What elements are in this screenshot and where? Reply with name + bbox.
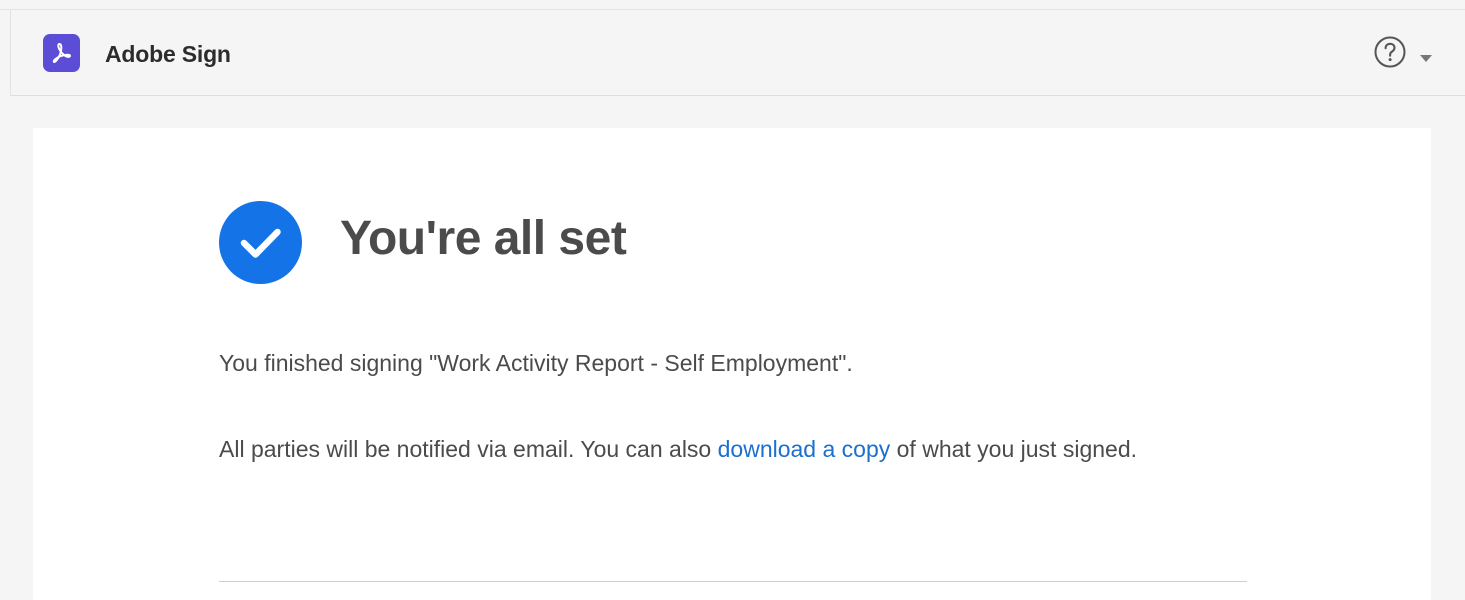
divider bbox=[219, 581, 1247, 582]
app-header: Adobe Sign bbox=[10, 10, 1465, 96]
finished-message: You finished signing "Work Activity Repo… bbox=[219, 350, 853, 376]
help-menu-button[interactable] bbox=[1370, 32, 1440, 72]
checkmark-circle-icon bbox=[219, 201, 302, 284]
adobe-acrobat-icon[interactable] bbox=[43, 34, 80, 72]
notification-text-start: All parties will be notified via email. … bbox=[219, 436, 718, 462]
confirmation-card: You're all set You finished signing "Wor… bbox=[33, 128, 1431, 600]
download-copy-link[interactable]: download a copy bbox=[718, 436, 891, 462]
notification-text-end: of what you just signed. bbox=[890, 436, 1138, 462]
page: Adobe Sign You're all set You finished s… bbox=[0, 0, 1465, 600]
question-circle-icon bbox=[1373, 35, 1407, 74]
app-title: Adobe Sign bbox=[105, 41, 231, 67]
top-edge bbox=[0, 0, 1465, 10]
notification-message: All parties will be notified via email. … bbox=[219, 430, 1259, 468]
confirmation-heading: You're all set bbox=[340, 212, 627, 265]
chevron-down-icon bbox=[1420, 49, 1432, 67]
